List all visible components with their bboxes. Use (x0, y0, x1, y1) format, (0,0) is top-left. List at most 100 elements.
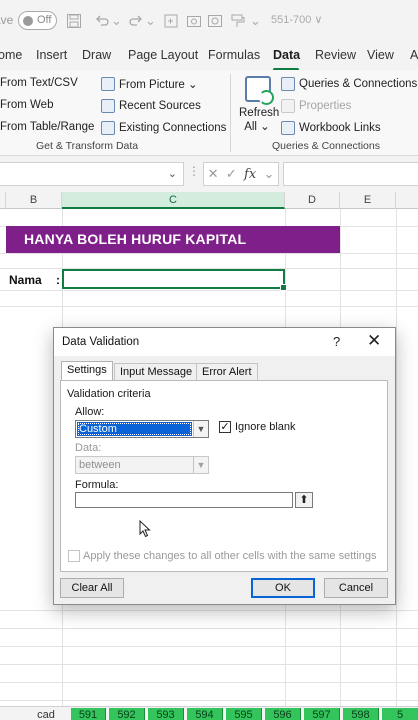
gridline (396, 209, 397, 706)
gridline (0, 610, 418, 611)
help-button[interactable]: ? (333, 334, 340, 349)
tab-settings[interactable]: Settings (61, 361, 113, 381)
save-icon[interactable] (66, 11, 82, 31)
gridline (0, 628, 418, 629)
workbook-links-icon (281, 121, 295, 135)
cancel-entry-icon[interactable]: ✕ (208, 166, 219, 182)
tab-draw[interactable]: Draw (82, 48, 111, 62)
get-transform-group-label: Get & Transform Data (36, 140, 139, 152)
recent-sources-button[interactable]: Recent Sources (101, 99, 201, 113)
from-picture-button[interactable]: From Picture ⌄ (101, 77, 198, 91)
refresh-all-icon[interactable] (245, 76, 274, 105)
from-web-label: From Web (0, 99, 54, 111)
form-icon[interactable] (163, 11, 179, 31)
column-header-f[interactable] (396, 192, 418, 209)
active-cell[interactable] (62, 269, 287, 291)
colon-label[interactable]: : (56, 273, 60, 287)
sheet-tab[interactable]: 595 (226, 708, 262, 720)
queries-connections-button[interactable]: Queries & Connections (281, 77, 417, 91)
ribbon-separator (230, 74, 231, 152)
settings-panel: Validation criteria Allow: Custom ▼ ✓ Ig… (60, 380, 388, 572)
column-header-e[interactable]: E (340, 192, 396, 209)
data-select[interactable]: between ▼ (75, 456, 209, 474)
workbook-links-button[interactable]: Workbook Links (281, 121, 381, 135)
sheet-tab[interactable]: 592 (109, 708, 145, 720)
insert-function-icon[interactable]: fx (244, 167, 256, 182)
formula-bar-buttons: ✕ ✓ fx ⌄ (203, 162, 279, 186)
sheet-tab[interactable]: 593 (148, 708, 184, 720)
existing-connections-button[interactable]: Existing Connections (101, 121, 226, 135)
formula-bar: ⌄ ⋮ ✕ ✓ fx ⌄ (0, 156, 418, 192)
tab-input-message[interactable]: Input Message (114, 363, 199, 381)
ignore-blank-label[interactable]: Ignore blank (235, 421, 296, 433)
customize-qat-icon[interactable]: ⌄ (250, 11, 261, 31)
sheet-tab[interactable]: 596 (265, 708, 301, 720)
instruction-banner[interactable]: HANYA BOLEH HURUF KAPITAL (6, 226, 340, 253)
tab-error-alert[interactable]: Error Alert (196, 363, 258, 381)
name-box-dropdown-icon[interactable]: ⌄ (168, 167, 177, 180)
ribbon-tabs: ome Insert Draw Page Layout Formulas Dat… (0, 42, 418, 70)
autosave-toggle[interactable]: Off (18, 11, 57, 30)
screenshot-icon[interactable] (186, 11, 202, 31)
column-header-c[interactable]: C (62, 192, 285, 209)
allow-select[interactable]: Custom ▼ (75, 420, 209, 438)
enter-entry-icon[interactable]: ✓ (226, 166, 237, 182)
cancel-button[interactable]: Cancel (324, 578, 388, 598)
name-box[interactable]: ⌄ (0, 162, 184, 186)
picture-icon[interactable] (207, 11, 223, 31)
sheet-tab[interactable]: 594 (187, 708, 223, 720)
validation-criteria-heading: Validation criteria (67, 388, 151, 400)
column-header-d[interactable]: D (285, 192, 340, 209)
properties-button[interactable]: Properties (281, 99, 351, 113)
data-value: between (79, 459, 121, 471)
from-table-range-button[interactable]: From Table/Range (0, 121, 94, 133)
from-picture-icon (101, 77, 115, 91)
undo-icon[interactable] (94, 11, 110, 31)
recent-sources-label: Recent Sources (119, 100, 201, 112)
tab-formulas[interactable]: Formulas (208, 48, 260, 62)
gridline (0, 290, 418, 291)
tab-insert[interactable]: Insert (36, 48, 67, 62)
chevron-down-icon[interactable]: ▼ (193, 421, 208, 437)
clear-all-button[interactable]: Clear All (60, 578, 124, 598)
column-header-b[interactable]: B (6, 192, 62, 209)
chevron-down-icon[interactable]: ▼ (193, 457, 208, 473)
apply-all-checkbox[interactable] (68, 550, 80, 562)
formula-bar-grip-icon[interactable]: ⋮ (188, 164, 200, 178)
ignore-blank-checkbox[interactable]: ✓ (219, 421, 231, 433)
sheet-tab[interactable]: 597 (304, 708, 340, 720)
sheet-tab[interactable]: 591 (71, 708, 106, 720)
toggle-knob (23, 16, 33, 26)
collapse-dialog-icon[interactable]: ⬆ (295, 492, 313, 508)
tab-automate[interactable]: A (410, 48, 418, 62)
sheet-tab[interactable]: 598 (343, 708, 379, 720)
queries-group-label: Queries & Connections (272, 140, 380, 152)
apply-all-label[interactable]: Apply these changes to all other cells w… (83, 550, 377, 562)
sheet-tab[interactable]: cad (31, 708, 61, 720)
tab-page-layout[interactable]: Page Layout (128, 48, 198, 62)
tab-review[interactable]: Review (315, 48, 356, 62)
format-painter-icon[interactable] (230, 11, 246, 31)
from-text-csv-button[interactable]: From Text/CSV (0, 77, 78, 89)
file-name[interactable]: 551-700 ∨ (271, 13, 322, 26)
ok-button[interactable]: OK (251, 578, 315, 598)
close-button[interactable]: ✕ (367, 331, 381, 351)
tab-view[interactable]: View (367, 48, 394, 62)
from-table-range-label: From Table/Range (0, 121, 95, 133)
existing-connections-icon (101, 121, 115, 135)
formula-input[interactable] (283, 162, 418, 186)
tab-data[interactable]: Data (273, 48, 300, 62)
dialog-title-bar: Data Validation ? ✕ (54, 328, 395, 356)
from-text-csv-label: From Text/CSV (0, 77, 78, 89)
redo-dropdown-icon[interactable]: ⌄ (145, 11, 156, 31)
redo-icon[interactable] (128, 11, 144, 31)
formula-expand-icon[interactable]: ⌄ (263, 166, 274, 182)
from-web-button[interactable]: From Web (0, 99, 53, 111)
undo-dropdown-icon[interactable]: ⌄ (111, 11, 122, 31)
refresh-all-button[interactable]: Refresh All ⌄ (239, 106, 279, 134)
nama-label[interactable]: Nama (9, 273, 42, 287)
gridline (0, 664, 418, 665)
tab-home[interactable]: ome (0, 48, 22, 62)
formula-field[interactable] (75, 492, 293, 508)
sheet-tab[interactable]: 5 (382, 708, 418, 720)
